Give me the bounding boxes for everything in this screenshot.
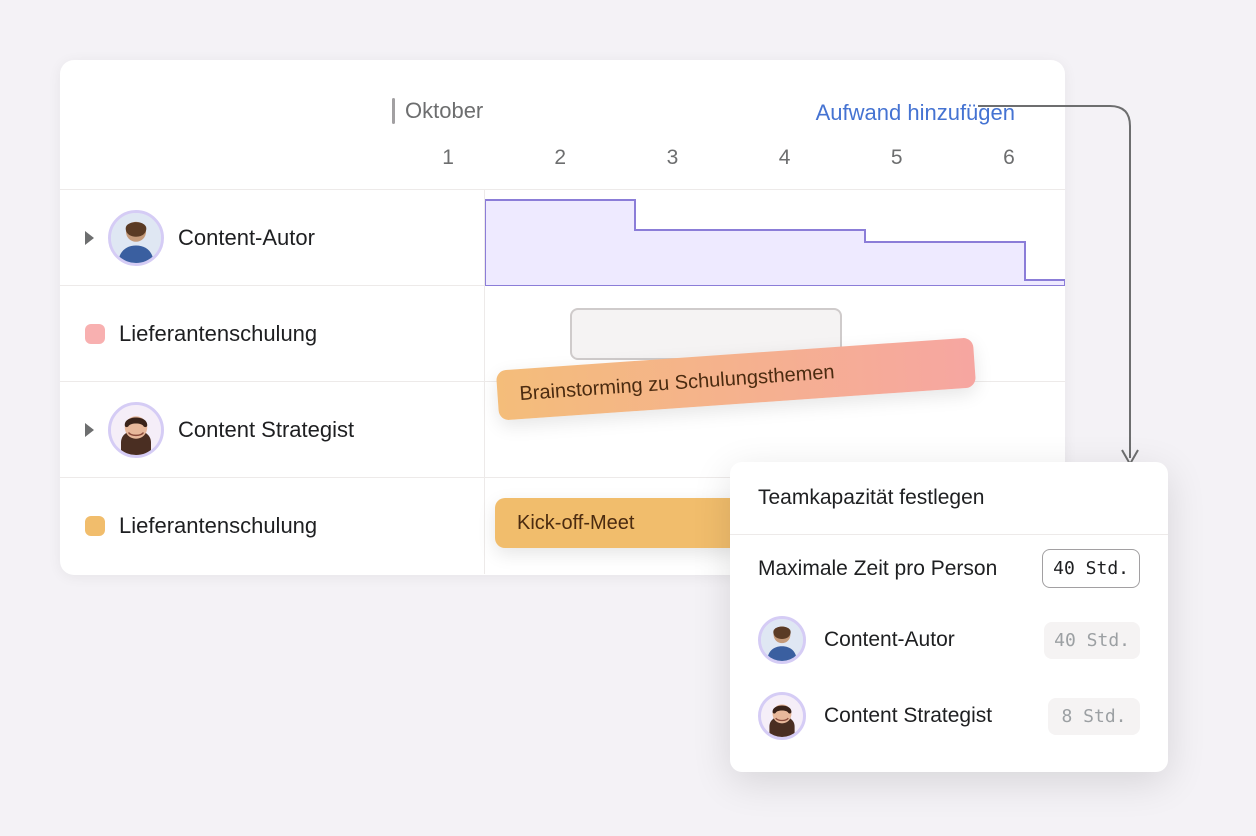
project-label: Lieferantenschulung — [119, 321, 317, 347]
member-row: Content Strategist 8 Std. — [730, 678, 1168, 754]
capacity-graph — [485, 190, 1065, 286]
add-effort-button[interactable]: Aufwand hinzufügen — [816, 100, 1015, 126]
person-label: Content-Autor — [178, 225, 315, 251]
task-pill-kickoff[interactable]: Kick-off-Meet — [495, 498, 740, 548]
day-number: 1 — [392, 146, 504, 170]
member-hours: 8 Std. — [1048, 698, 1140, 735]
month-label: Oktober — [405, 98, 483, 124]
day-number: 5 — [841, 146, 953, 170]
team-capacity-popup: Teamkapazität festlegen Maximale Zeit pr… — [730, 462, 1168, 772]
day-number: 4 — [729, 146, 841, 170]
row-gutter: Lieferantenschulung — [60, 286, 485, 381]
timeline-header: Oktober Aufwand hinzufügen 1 2 3 4 5 6 — [60, 60, 1065, 190]
max-time-row: Maximale Zeit pro Person 40 Std. — [730, 535, 1168, 602]
day-number: 6 — [953, 146, 1065, 170]
caret-right-icon[interactable] — [85, 231, 94, 245]
project-label: Lieferantenschulung — [119, 513, 317, 539]
member-name: Content-Autor — [824, 628, 1026, 652]
person-label: Content Strategist — [178, 417, 354, 443]
day-row: 1 2 3 4 5 6 — [392, 146, 1065, 170]
project-swatch — [85, 324, 105, 344]
avatar — [758, 616, 806, 664]
day-number: 2 — [504, 146, 616, 170]
row-gutter: Content Strategist — [60, 382, 485, 477]
caret-right-icon[interactable] — [85, 423, 94, 437]
popup-title: Teamkapazität festlegen — [730, 462, 1168, 535]
month-tick — [392, 98, 395, 124]
day-number: 3 — [616, 146, 728, 170]
row-gutter: Lieferantenschulung — [60, 478, 485, 574]
row-gutter: Content-Autor — [60, 190, 485, 285]
member-hours: 40 Std. — [1044, 622, 1140, 659]
person-row: Content-Autor — [60, 190, 1065, 286]
max-time-input[interactable]: 40 Std. — [1042, 549, 1140, 588]
max-time-label: Maximale Zeit pro Person — [758, 557, 1024, 581]
avatar — [108, 402, 164, 458]
avatar — [758, 692, 806, 740]
member-row: Content-Autor 40 Std. — [730, 602, 1168, 678]
project-swatch — [85, 516, 105, 536]
member-name: Content Strategist — [824, 704, 1030, 728]
avatar — [108, 210, 164, 266]
